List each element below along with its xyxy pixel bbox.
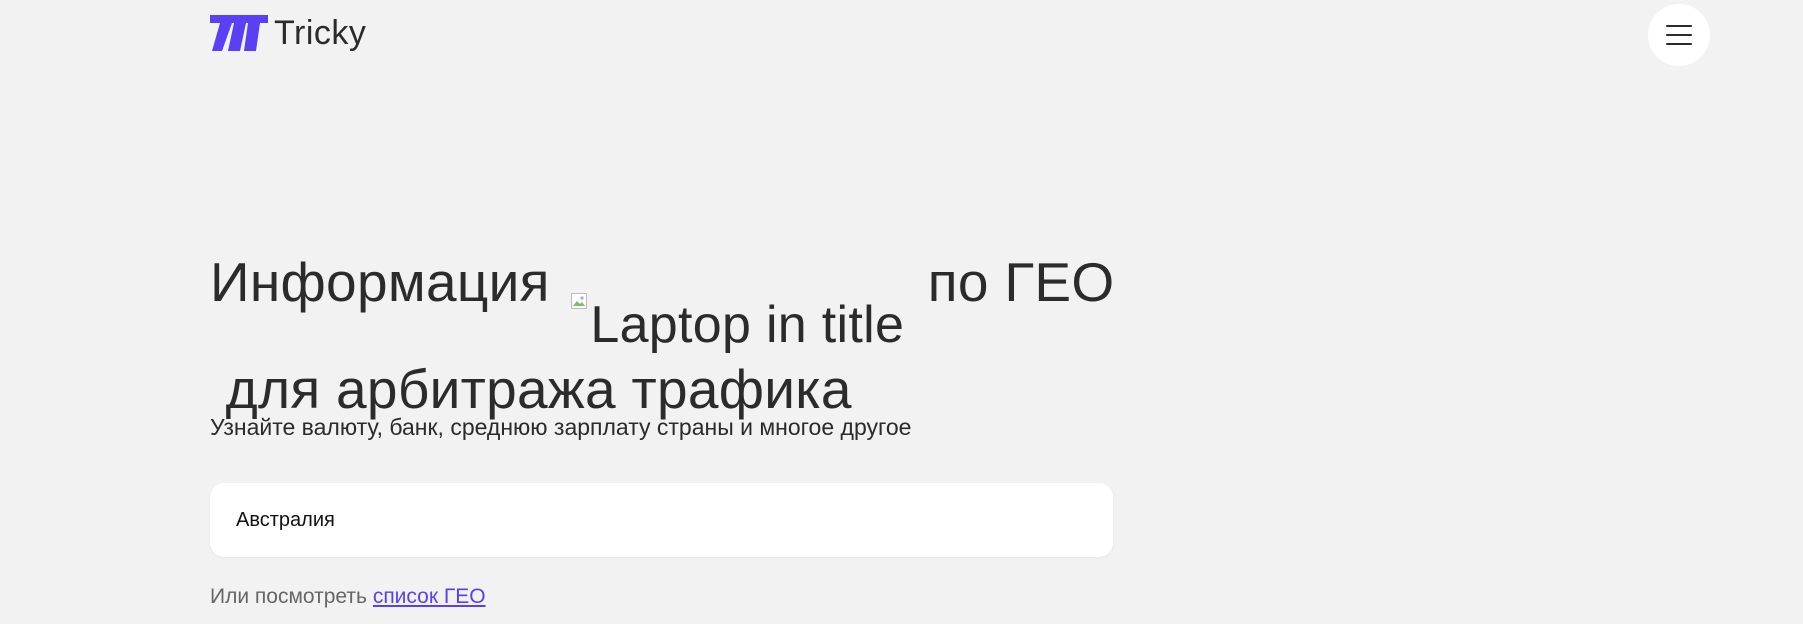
page-title: Информация Laptop in title по ГЕО для ар… [210, 246, 1130, 425]
hero-subtitle: Узнайте валюту, банк, среднюю зарплату с… [210, 414, 912, 440]
tricky-logo-icon [210, 15, 268, 51]
logo-link[interactable]: Tricky [210, 14, 366, 52]
page: Tricky Информация Laptop in title по ГЕО… [0, 0, 1803, 624]
menu-button[interactable] [1648, 4, 1710, 66]
title-part-1: Информация [210, 251, 550, 313]
geo-list-prefix: Или посмотреть [210, 585, 367, 608]
title-line-2: для арбитража трафика [225, 358, 852, 420]
geo-list-link[interactable]: список ГЕО [373, 585, 486, 608]
country-search-input[interactable] [236, 508, 1087, 532]
broken-image-icon [571, 293, 588, 309]
title-image-alt-text: Laptop in title [590, 296, 905, 354]
country-search-box[interactable] [210, 483, 1113, 557]
title-laptop-image: Laptop in title [571, 289, 904, 361]
hamburger-menu-icon [1666, 24, 1692, 46]
logo-text: Tricky [274, 14, 367, 52]
title-part-2: по ГЕО [927, 251, 1115, 313]
geo-list-line: Или посмотреть список ГЕО [210, 582, 486, 612]
